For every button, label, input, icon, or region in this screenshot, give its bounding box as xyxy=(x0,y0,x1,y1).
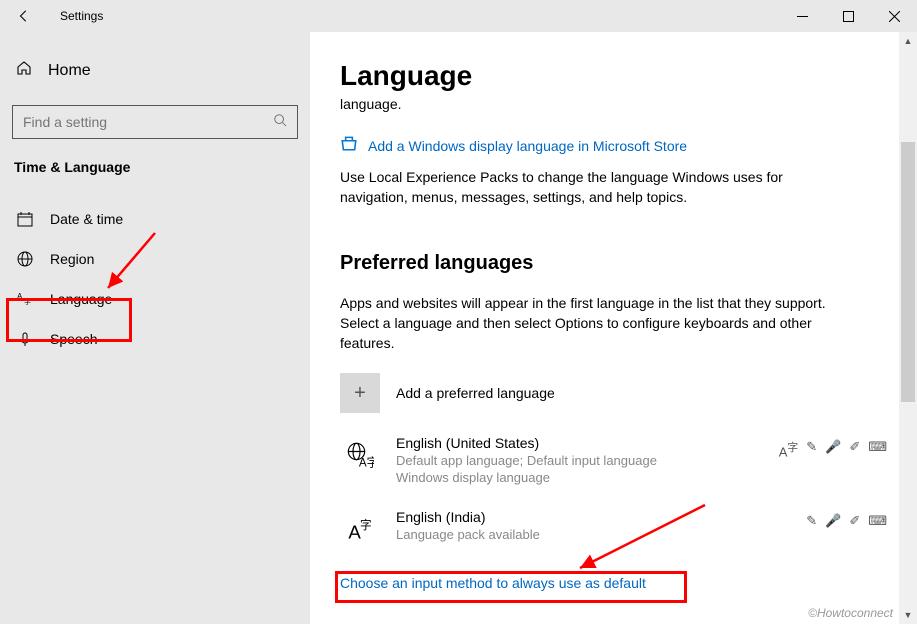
home-icon xyxy=(16,60,32,81)
language-feature-icons: A字 ✎ 🎤 ✐ ⌨ xyxy=(779,439,887,459)
watermark: ©Howtoconnect xyxy=(808,606,893,620)
text-to-speech-icon: ✎ xyxy=(806,439,817,459)
keyboard-icon: ⌨ xyxy=(868,513,887,529)
language-subtitle-2: Windows display language xyxy=(396,470,887,487)
page-title: Language xyxy=(340,60,887,92)
svg-text:A: A xyxy=(17,292,23,301)
handwriting-icon: ✐ xyxy=(849,439,860,459)
nav-label: Date & time xyxy=(50,211,123,227)
text-to-speech-icon: ✎ xyxy=(806,513,817,529)
home-nav[interactable]: Home xyxy=(12,54,298,87)
svg-text:字: 字 xyxy=(24,297,31,306)
category-header: Time & Language xyxy=(14,159,296,175)
display-lang-icon: A字 xyxy=(779,439,799,459)
language-feature-icons: ✎ 🎤 ✐ ⌨ xyxy=(806,513,887,529)
search-box[interactable] xyxy=(12,105,298,139)
nav-date-time[interactable]: Date & time xyxy=(12,199,298,239)
scroll-thumb[interactable] xyxy=(901,142,915,402)
breadcrumb-small: language. xyxy=(340,96,887,112)
window-title: Settings xyxy=(60,9,103,23)
add-language-button[interactable]: + Add a preferred language xyxy=(340,373,887,413)
speech-icon: 🎤 xyxy=(825,439,841,459)
svg-text:A字: A字 xyxy=(359,456,374,469)
store-link[interactable]: Add a Windows display language in Micros… xyxy=(368,138,687,154)
nav-label: Speech xyxy=(50,331,97,347)
choose-input-method-link[interactable]: Choose an input method to always use as … xyxy=(340,571,646,595)
minimize-button[interactable] xyxy=(779,0,825,32)
language-globe-icon: A字 xyxy=(340,435,380,475)
home-label: Home xyxy=(48,62,91,80)
back-button[interactable] xyxy=(12,4,36,28)
search-icon xyxy=(273,113,287,132)
add-language-label: Add a preferred language xyxy=(396,385,555,401)
search-input[interactable] xyxy=(23,114,273,130)
preferred-languages-desc: Apps and websites will appear in the fir… xyxy=(340,293,840,354)
language-item-en-us[interactable]: A字 English (United States) Default app l… xyxy=(340,435,887,487)
calendar-icon xyxy=(16,211,34,227)
nav-language[interactable]: A字 Language xyxy=(12,279,298,319)
scroll-up-button[interactable]: ▲ xyxy=(899,32,917,50)
preferred-languages-title: Preferred languages xyxy=(340,252,887,275)
keyboard-icon: ⌨ xyxy=(868,439,887,459)
store-icon xyxy=(340,134,358,157)
language-icon: A字 xyxy=(16,291,34,307)
language-item-en-in[interactable]: A字 English (India) Language pack availab… xyxy=(340,509,887,549)
scroll-down-button[interactable]: ▼ xyxy=(899,606,917,624)
svg-text:字: 字 xyxy=(360,518,372,532)
language-char-icon: A字 xyxy=(340,509,380,549)
speech-icon: 🎤 xyxy=(825,513,841,529)
maximize-button[interactable] xyxy=(825,0,871,32)
handwriting-icon: ✐ xyxy=(849,513,860,529)
nav-speech[interactable]: Speech xyxy=(12,319,298,359)
plus-icon: + xyxy=(340,373,380,413)
nav-region[interactable]: Region xyxy=(12,239,298,279)
store-description: Use Local Experience Packs to change the… xyxy=(340,167,840,208)
language-subtitle: Language pack available xyxy=(396,527,887,544)
globe-icon xyxy=(16,251,34,267)
vertical-scrollbar[interactable]: ▲ ▼ xyxy=(899,32,917,624)
nav-label: Region xyxy=(50,251,94,267)
nav-label: Language xyxy=(50,291,112,307)
close-button[interactable] xyxy=(871,0,917,32)
mic-icon xyxy=(16,331,34,347)
